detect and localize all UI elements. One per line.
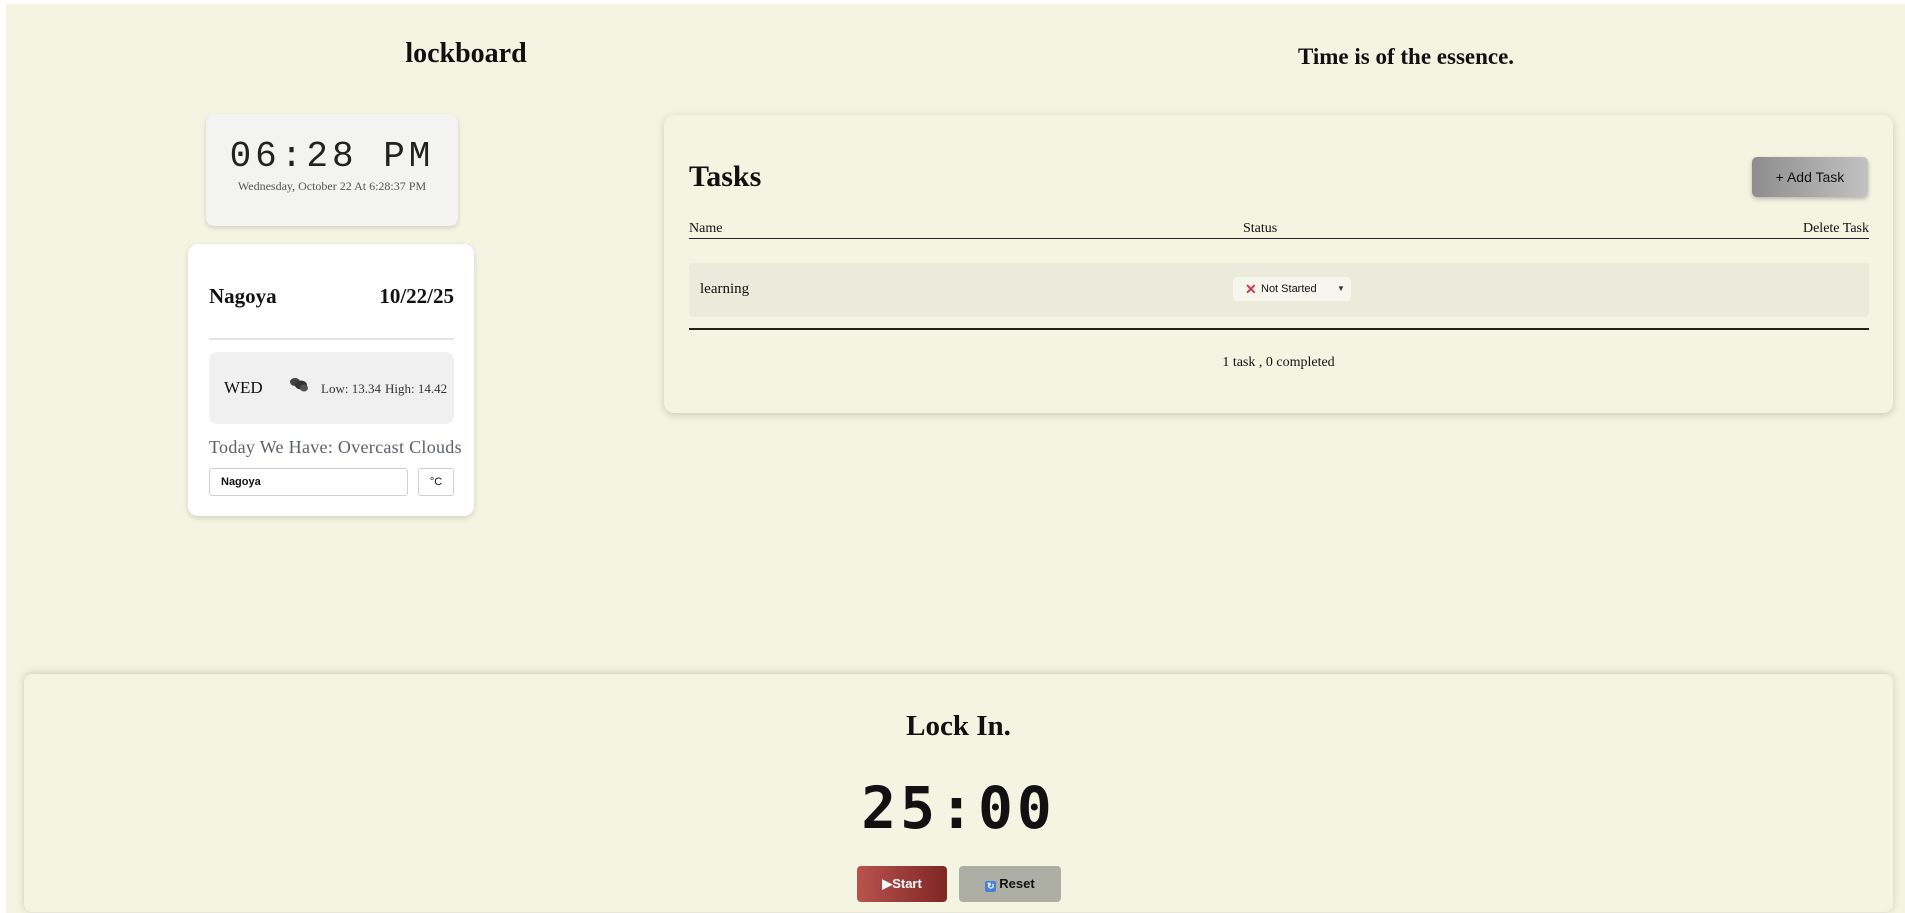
tagline: Time is of the essence. [1297,44,1515,69]
city-input[interactable] [209,468,408,496]
timer-display: 25:00 [861,774,1056,842]
status-dropdown[interactable]: ✕ Not Started ▼ [1233,277,1351,301]
table-divider [689,328,1869,330]
forecast-low: Low: 13.34 [321,381,381,396]
forecast-day: WED [224,378,263,397]
unit-toggle-button[interactable]: °C [418,468,454,496]
reset-label: Reset [999,876,1035,891]
page: lockboard Time is of the essence. 06:28 … [6,4,1905,913]
task-name: learning [700,281,750,297]
tasks-card: Tasks + Add Task Name Status Delete Task… [664,115,1893,413]
start-label: Start [892,876,922,891]
add-task-button[interactable]: + Add Task [1752,157,1868,197]
weather-divider [209,338,454,340]
start-button[interactable]: ▶Start [857,866,947,902]
weather-summary: Today We Have: Overcast Clouds [209,437,462,457]
not-started-icon: ✕ [1245,281,1257,297]
weather-city: Nagoya [209,284,277,308]
play-icon: ▶ [882,876,893,891]
weather-date: 10/22/25 [379,284,454,308]
clock-card: 06:28 PM Wednesday, October 22 At 6:28:3… [206,114,458,226]
app-title: lockboard [405,38,527,69]
clock-date: Wednesday, October 22 At 6:28:37 PM [237,179,427,193]
table-row: learning ✕ Not Started ▼ [689,263,1869,317]
tasks-title: Tasks [689,160,762,193]
column-header-status: Status [1243,221,1278,236]
reset-icon: ↻ [985,881,997,892]
chevron-down-icon: ▼ [1337,284,1345,293]
forecast-high: High: 14.42 [385,381,448,396]
forecast-row: WED Low: 13.34 High: 14.42 [209,352,454,424]
column-header-delete: Delete Task [1802,221,1869,236]
weather-card: Nagoya 10/22/25 WED Low: 13.34 High: 14.… [188,244,474,516]
timer-title: Lock In. [906,710,1011,742]
clock-time: 06:28 PM [229,136,435,177]
cloud-icon [288,376,310,394]
status-label: Not Started [1261,283,1317,295]
header-divider [689,238,1869,239]
timer-card: Lock In. 25:00 ▶Start ↻ Reset [24,674,1893,912]
task-summary: 1 task , 0 completed [1222,355,1335,370]
reset-button[interactable]: ↻ Reset [959,866,1061,902]
column-header-name: Name [689,221,723,236]
